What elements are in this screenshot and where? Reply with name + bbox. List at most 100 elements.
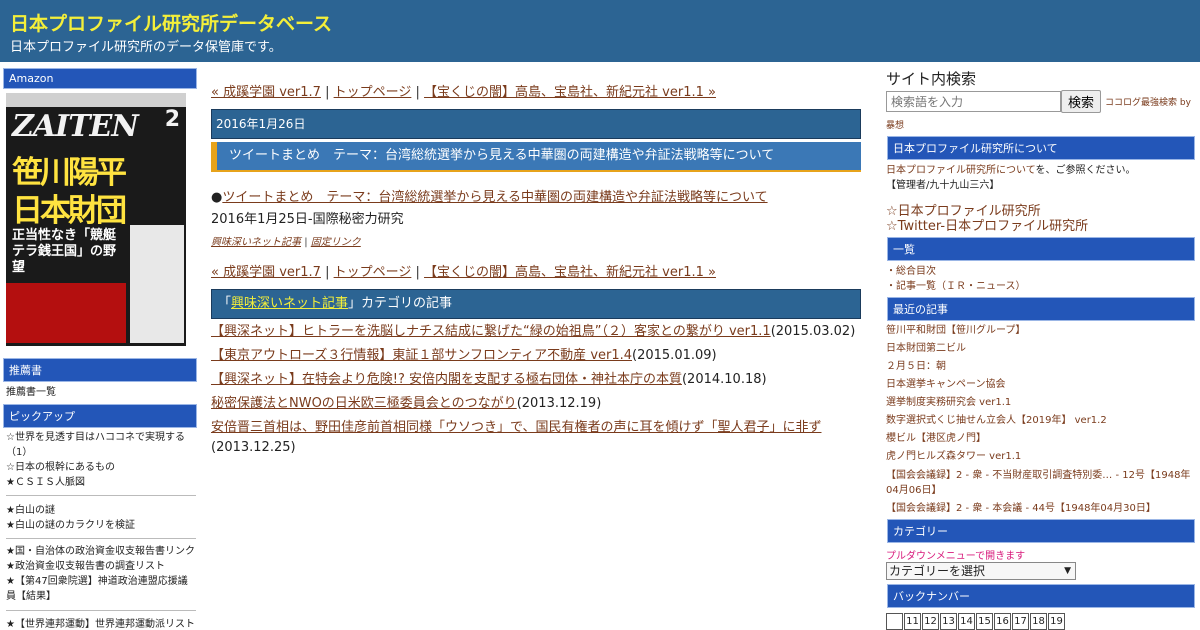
- about-link[interactable]: 日本プロファイル研究所について: [886, 165, 1036, 176]
- divider: [6, 610, 196, 611]
- category-select[interactable]: カテゴリーを選択 ▼: [886, 562, 1076, 580]
- category-article-list: 【興深ネット】ヒトラーを洗脳しナチス結成に繋げた“緑の始祖鳥”（２）客家との繋が…: [211, 320, 861, 458]
- list-item[interactable]: ★白山の謎: [6, 503, 196, 518]
- prev-post-link[interactable]: « 成蹊学園 ver1.7: [211, 265, 321, 280]
- site-title[interactable]: 日本プロファイル研究所データベース: [10, 9, 332, 36]
- post-source: 2016年1月25日-国際秘密力研究: [211, 212, 404, 227]
- search-button[interactable]: 検索: [1061, 90, 1102, 113]
- post-body: ●ツイートまとめ テーマ：台湾総統選挙から見える中華圏の両建構造や弁証法戦略等に…: [211, 186, 861, 227]
- list-item: 【興深ネット】ヒトラーを洗脳しナチス結成に繋げた“緑の始祖鳥”（２）客家との繋が…: [211, 324, 856, 339]
- book-issue: 2: [164, 107, 180, 132]
- book-cover-image[interactable]: ZAITEN 2 笹川陽平 日本財団 正当性なき「競艇テラ銭王国」の野望: [6, 93, 186, 346]
- calendar-cell[interactable]: 11: [904, 613, 921, 630]
- search-input[interactable]: [886, 91, 1061, 112]
- list-item[interactable]: ・総合目次: [886, 264, 1026, 279]
- left-sidebar: Amazon ZAITEN 2 笹川陽平 日本財団 正当性なき「競艇テラ銭王国」…: [0, 62, 200, 630]
- article-link[interactable]: 安倍晋三首相は、野田佳彦前首相同様「ウソつき」で、国民有権者の声に耳を傾けず「聖…: [211, 420, 821, 435]
- article-link[interactable]: 【興深ネット】ヒトラーを洗脳しナチス結成に繋げた“緑の始祖鳥”（２）客家との繋が…: [211, 324, 771, 339]
- index-list: ・総合目次 ・記事一覧（ＩＲ・ニュース）: [886, 264, 1026, 294]
- search-form: 検索 ココログ最強検索 by: [886, 90, 1200, 113]
- list-item[interactable]: ☆世界を見透す目はハココネで実現する（1）: [6, 430, 196, 460]
- about-text: 日本プロファイル研究所についてを、ご参照ください。 【管理者/九十九山三六】: [886, 163, 1196, 193]
- list-item[interactable]: 虎ノ門ヒルズ森タワー ver1.1: [886, 448, 1196, 466]
- list-item[interactable]: 推薦書一覧: [6, 385, 196, 400]
- list-item[interactable]: 日本選挙キャンペーン協会: [886, 376, 1196, 394]
- list-item[interactable]: ★【第47回衆院選】神道政治連盟応援議員【結果】: [6, 574, 196, 604]
- pickup-heading: ピックアップ: [2, 403, 198, 429]
- twitter-link[interactable]: ☆Twitter-日本プロファイル研究所: [886, 219, 1196, 234]
- site-description: 日本プロファイル研究所のデータ保管庫です。: [10, 40, 282, 55]
- calendar-cell[interactable]: 17: [1012, 613, 1029, 630]
- next-post-link[interactable]: 【宝くじの闇】高島、宝島社、新紀元社 ver1.1 »: [424, 265, 716, 280]
- list-item[interactable]: ★ＣＳＩＳ人脈図: [6, 475, 196, 490]
- amazon-heading: Amazon: [2, 67, 198, 90]
- post-link[interactable]: ツイートまとめ テーマ：台湾総統選挙から見える中華圏の両建構造や弁証法戦略等につ…: [222, 190, 767, 205]
- list-item[interactable]: ★【世界連邦運動】世界連邦運動派リスト: [6, 617, 196, 630]
- calendar-cell[interactable]: 12: [922, 613, 939, 630]
- about-heading: 日本プロファイル研究所について: [886, 135, 1196, 161]
- list-item[interactable]: ★国・自治体の政治資金収支報告書リンク: [6, 544, 196, 559]
- calendar-cell[interactable]: 15: [976, 613, 993, 630]
- category-articles-header: 「興味深いネット記事」カテゴリの記事: [211, 289, 861, 319]
- search-note-2[interactable]: 暴想: [886, 118, 904, 131]
- list-item[interactable]: ★白山の謎のカラクリを検証: [6, 518, 196, 533]
- calendar-cell[interactable]: 19: [1048, 613, 1065, 630]
- pickup-list: ★白山の謎 ★白山の謎のカラクリを検証: [6, 503, 196, 533]
- recent-list: 笹川平和財団【笹川グループ】 日本財団第二ビル ２月５日：朝 日本選挙キャンペー…: [886, 322, 1196, 518]
- calendar-cell[interactable]: 14: [958, 613, 975, 630]
- book-subhead: 正当性なき「競艇テラ銭王国」の野望: [12, 228, 117, 275]
- site-header: 日本プロファイル研究所データベース 日本プロファイル研究所のデータ保管庫です。: [0, 0, 1200, 62]
- profile-links: ☆日本プロファイル研究所 ☆Twitter-日本プロファイル研究所: [886, 204, 1196, 234]
- pickup-list: ☆世界を見透す目はハココネで実現する（1） ☆日本の根幹にあるもの ★ＣＳＩＳ人…: [6, 430, 196, 490]
- calendar-cell[interactable]: [886, 613, 903, 630]
- permalink[interactable]: 固定リンク: [311, 237, 361, 248]
- backnumber-heading: バックナンバー: [886, 583, 1196, 609]
- post-title: ツイートまとめ テーマ：台湾総統選挙から見える中華圏の両建構造や弁証法戦略等につ…: [211, 142, 861, 172]
- chevron-down-icon: ▼: [1064, 566, 1071, 576]
- article-link[interactable]: 【興深ネット】在特会より危険!? 安倍内閣を支配する極右団体・神社本庁の本質: [211, 372, 682, 387]
- article-link[interactable]: 【東京アウトローズ３行情報】東証１部サンフロンティア不動産 ver1.4: [211, 348, 632, 363]
- list-item: 【興深ネット】在特会より危険!? 安倍内閣を支配する極右団体・神社本庁の本質(2…: [211, 372, 767, 387]
- category-note: プルダウンメニューで開きます: [886, 551, 1026, 562]
- list-item[interactable]: 【国会会議録】2 - 衆 - 本会議 - 44号【1948年04月30日】: [886, 500, 1196, 518]
- calendar-cell[interactable]: 13: [940, 613, 957, 630]
- search-note[interactable]: ココログ最強検索 by: [1105, 95, 1191, 108]
- list-item[interactable]: 選挙制度実務研究会 ver1.1: [886, 394, 1196, 412]
- list-item[interactable]: 数字選択式くじ抽せん立会人【2019年】 ver1.2: [886, 412, 1196, 430]
- admin-text: 【管理者/九十九山三六】: [886, 180, 1000, 191]
- recommend-list: 推薦書一覧: [6, 385, 196, 400]
- list-item[interactable]: ・記事一覧（ＩＲ・ニュース）: [886, 279, 1026, 294]
- list-item[interactable]: 【国会会議録】2 - 衆 - 不当財産取引調査特別委… - 12号【1948年0…: [886, 468, 1196, 498]
- list-item: 【東京アウトローズ３行情報】東証１部サンフロンティア不動産 ver1.4(201…: [211, 348, 717, 363]
- calendar-cell[interactable]: 16: [994, 613, 1011, 630]
- post-nav-top: « 成蹊学園 ver1.7 | トップページ | 【宝くじの闇】高島、宝島社、新…: [211, 85, 716, 100]
- profile-link[interactable]: ☆日本プロファイル研究所: [886, 204, 1196, 219]
- list-item[interactable]: 笹川平和財団【笹川グループ】: [886, 322, 1196, 340]
- top-page-link[interactable]: トップページ: [334, 85, 412, 100]
- next-post-link[interactable]: 【宝くじの闇】高島、宝島社、新紀元社 ver1.1 »: [424, 85, 716, 100]
- divider: [6, 538, 196, 539]
- calendar-cell[interactable]: 18: [1030, 613, 1047, 630]
- pickup-list: ★【世界連邦運動】世界連邦運動派リスト: [6, 617, 196, 630]
- date-header: 2016年1月26日: [211, 109, 861, 139]
- book-headline: 日本財団: [12, 193, 127, 229]
- prev-post-link[interactable]: « 成蹊学園 ver1.7: [211, 85, 321, 100]
- book-logo: ZAITEN: [12, 109, 139, 144]
- divider: [6, 495, 196, 496]
- post-meta: 興味深いネット記事 | 固定リンク: [211, 237, 361, 248]
- recommend-heading: 推薦書: [2, 357, 198, 383]
- category-link[interactable]: 興味深いネット記事: [211, 237, 301, 248]
- list-item[interactable]: 日本財団第二ビル: [886, 340, 1196, 358]
- recent-heading: 最近の記事: [886, 296, 1196, 322]
- search-title: サイト内検索: [886, 70, 977, 88]
- article-link[interactable]: 秘密保護法とNWOの日米欧三極委員会とのつながり: [211, 396, 517, 411]
- list-item: 秘密保護法とNWOの日米欧三極委員会とのつながり(2013.12.19): [211, 396, 602, 411]
- pickup-list: ★国・自治体の政治資金収支報告書リンク ★政治資金収支報告書の調査リスト ★【第…: [6, 544, 196, 604]
- top-page-link[interactable]: トップページ: [334, 265, 412, 280]
- list-item[interactable]: ★政治資金収支報告書の調査リスト: [6, 559, 196, 574]
- backnumber-calendar: 11 12 13 14 15 16 17 18 19: [886, 613, 1066, 630]
- list-item[interactable]: 櫻ビル【港区虎ノ門】: [886, 430, 1196, 448]
- list-item[interactable]: ２月５日：朝: [886, 358, 1196, 376]
- list-item[interactable]: ☆日本の根幹にあるもの: [6, 460, 196, 475]
- category-link[interactable]: 興味深いネット記事: [231, 296, 348, 311]
